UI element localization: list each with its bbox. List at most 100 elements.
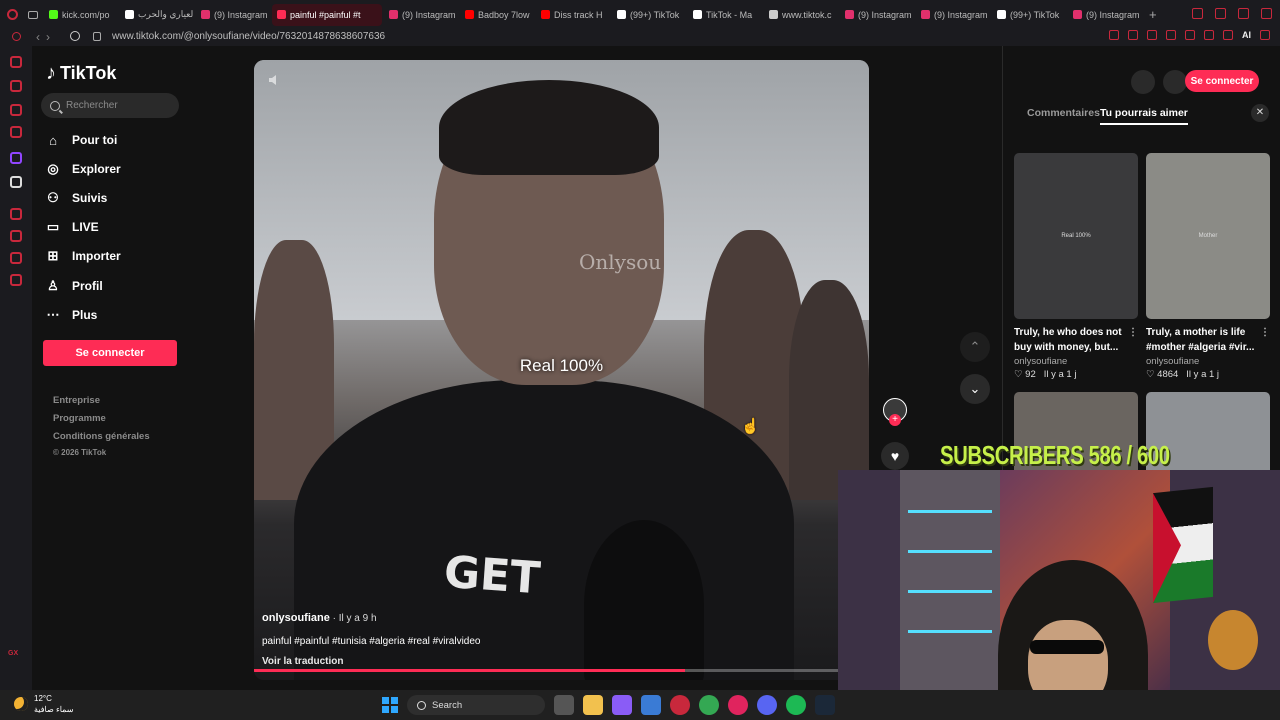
steam-icon[interactable] [815,695,835,715]
messenger-icon[interactable] [10,104,22,116]
footer-link-terms[interactable]: Conditions générales [53,431,150,442]
taskbar-search[interactable]: Search [407,695,545,715]
author-name[interactable]: onlysoufiane [262,612,330,624]
sidebar-item-profil[interactable]: ♙ Profil [46,275,103,297]
copilot-icon[interactable] [612,695,632,715]
like-button[interactable]: ♥ [881,442,909,470]
tab-favicon-icon [201,10,210,19]
translate-link[interactable]: Voir la traduction [262,656,842,667]
browser-tab[interactable]: TikTok - Ma [688,4,762,26]
account-icon[interactable] [1204,30,1214,40]
opera-menu-icon[interactable] [2,4,22,26]
twitch-icon[interactable] [10,152,22,164]
more-options-icon[interactable]: ⋮ [1260,325,1270,340]
menu-icon[interactable] [1260,30,1270,40]
search-input[interactable]: Rechercher [41,93,179,118]
file-explorer-icon[interactable] [583,695,603,715]
follow-plus-icon[interactable]: + [889,414,901,426]
login-button[interactable]: Se connecter [43,340,177,366]
player-icon[interactable] [1166,30,1176,40]
ai-button[interactable]: AI [1242,30,1251,40]
browser-tab[interactable]: painful #painful #t [272,3,382,26]
chrome-icon[interactable] [699,695,719,715]
extensions-icon[interactable] [10,252,22,264]
gx-icon[interactable]: GX [8,650,18,657]
footer-link-company[interactable]: Entreprise [53,395,100,406]
close-window-icon[interactable] [1261,8,1272,19]
browser-tab[interactable]: (9) Instagram [1068,4,1142,26]
heart-icon[interactable] [1185,30,1195,40]
settings-icon[interactable] [10,274,22,286]
speed-dial-icon[interactable] [10,56,22,68]
task-view-icon[interactable] [554,695,574,715]
video-author[interactable]: onlysoufiane · Il y a 9 h [262,612,842,624]
back-forward-icons[interactable]: ‹› [36,30,56,44]
minimize-icon[interactable] [1215,8,1226,19]
sidebar-item-plus[interactable]: ⋯ Plus [46,304,98,326]
footer-link-program[interactable]: Programme [53,413,106,424]
card-user[interactable]: onlysoufiane [1146,356,1270,367]
device-icon[interactable] [1163,70,1187,94]
bookmark-icon[interactable] [1109,30,1119,40]
browser-tab[interactable]: العياري والحرب [120,4,194,26]
sidebar-item-importer[interactable]: ⊞ Importer [46,245,121,267]
close-panel-icon[interactable]: ✕ [1251,104,1269,122]
browser-tab[interactable]: (99+) TikTok [612,4,686,26]
creator-avatar[interactable]: + [883,398,907,426]
tab-suggested[interactable]: Tu pourrais aimer [1099,107,1188,125]
store-icon[interactable] [641,695,661,715]
video-description: painful #painful #tunisia #algeria #real… [262,636,481,647]
new-tab-button[interactable]: + [1144,4,1160,26]
instagram-icon[interactable] [10,126,22,138]
player-sidebar-icon[interactable] [10,208,22,220]
next-video-button[interactable]: ⌄ [960,374,990,404]
refresh-icon[interactable] [70,31,80,41]
opera-gx-icon[interactable] [670,695,690,715]
start-icon[interactable] [382,697,398,713]
search-tabs-icon[interactable] [1192,8,1203,19]
app-icon[interactable] [728,695,748,715]
browser-tab[interactable]: Diss track H [536,4,610,26]
tab-favicon-icon [769,10,778,19]
spotify-icon[interactable] [786,695,806,715]
card-user[interactable]: onlysoufiane [1014,356,1138,367]
previous-video-button[interactable]: ⌃ [960,332,990,362]
download-icon[interactable] [1223,30,1233,40]
tab-favicon-icon [1073,10,1082,19]
sidebar-item-explorer[interactable]: ◎ Explorer [46,158,120,180]
video-progress-bar[interactable] [254,669,869,672]
x-icon[interactable] [10,176,22,188]
browser-tab[interactable]: kick.com/po [44,4,118,26]
maximize-icon[interactable] [1238,8,1249,19]
browser-tab[interactable]: (9) Instagram [840,4,914,26]
compass-icon[interactable] [1131,70,1155,94]
panel-login-button[interactable]: Se connecter [1185,70,1259,92]
sidebar-item-pour-toi[interactable]: ⌂ Pour toi [46,129,117,151]
browser-tab[interactable]: (9) Instagram [384,4,458,26]
browser-tab[interactable]: (9) Instagram [196,4,270,26]
tab-list-icon[interactable] [24,4,42,26]
suggested-card[interactable]: Real 100% Truly, he who does not buy with… [1014,153,1138,380]
card-stats: ♡ 92 Il y a 1 j [1014,369,1138,380]
card-stats: ♡ 4864 Il y a 1 j [1146,369,1270,380]
video-player[interactable]: GET Onlysou Real 100% onlysoufiane · Il … [254,60,869,680]
browser-tab[interactable]: www.tiktok.c [764,4,838,26]
sidebar-item-suivis[interactable]: ⚇ Suivis [46,187,107,209]
url-field[interactable]: www.tiktok.com/@onlysoufiane/video/76320… [112,31,385,42]
news-icon[interactable] [10,80,22,92]
shield-icon[interactable] [1147,30,1157,40]
tiktok-logo[interactable]: ♪ TikTok [46,62,116,85]
browser-tab[interactable]: (9) Instagram [916,4,990,26]
more-options-icon[interactable]: ⋮ [1128,325,1138,340]
weather-widget[interactable]: 12°C سماء صافية [14,693,74,715]
suggested-card[interactable]: Mother Truly, a mother is life #mother #a… [1146,153,1270,380]
discord-icon[interactable] [757,695,777,715]
tab-comments[interactable]: Commentaires [1027,107,1100,125]
history-icon[interactable] [10,230,22,242]
reload-icon[interactable] [12,32,21,41]
volume-icon[interactable] [268,74,282,86]
snapshot-icon[interactable] [1128,30,1138,40]
browser-tab[interactable]: (99+) TikTok [992,4,1066,26]
sidebar-item-live[interactable]: ▭ LIVE [46,216,99,238]
browser-tab[interactable]: Badboy 7low [460,4,534,26]
